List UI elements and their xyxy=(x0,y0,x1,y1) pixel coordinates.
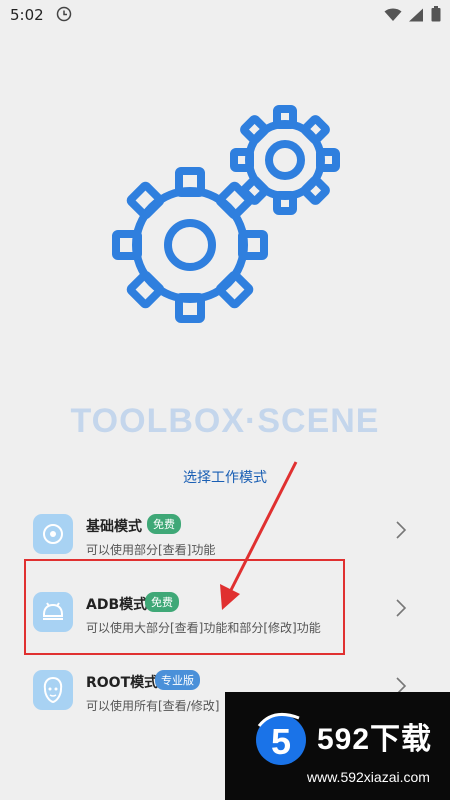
status-bar: 5:02 xyxy=(0,0,450,32)
pro-badge: 专业版 xyxy=(155,670,200,690)
chevron-right-icon xyxy=(394,598,408,618)
mode-basic[interactable]: 基础模式 免费 可以使用部分[查看]功能 xyxy=(0,498,450,568)
lion-icon xyxy=(33,670,73,710)
svg-text:5: 5 xyxy=(271,721,291,762)
battery-icon xyxy=(431,6,441,26)
mode-title: 基础模式 xyxy=(86,519,142,535)
gears-icon xyxy=(110,100,350,340)
status-time: 5:02 xyxy=(10,6,44,24)
clock-icon xyxy=(56,6,72,26)
mode-title: ROOT模式 xyxy=(86,675,159,691)
watermark-logo: 5 xyxy=(253,710,309,772)
wifi-icon xyxy=(384,7,402,26)
mode-description: 可以使用部分[查看]功能 xyxy=(86,543,216,557)
signal-icon xyxy=(408,7,424,26)
watermark-url: www.592xiazai.com xyxy=(307,769,430,785)
watermark-title: 592下载 xyxy=(317,723,433,756)
mode-description: 可以使用所有[查看/修改] xyxy=(86,699,220,713)
chevron-right-icon xyxy=(394,520,408,540)
app-brand-title: TOOLBOX·SCENE xyxy=(70,402,380,440)
free-badge: 免费 xyxy=(147,514,181,534)
highlight-box xyxy=(24,559,345,655)
watermark-banner: 5 592下载 www.592xiazai.com xyxy=(225,692,450,800)
disc-icon xyxy=(33,514,73,554)
select-mode-label: 选择工作模式 xyxy=(183,470,267,486)
